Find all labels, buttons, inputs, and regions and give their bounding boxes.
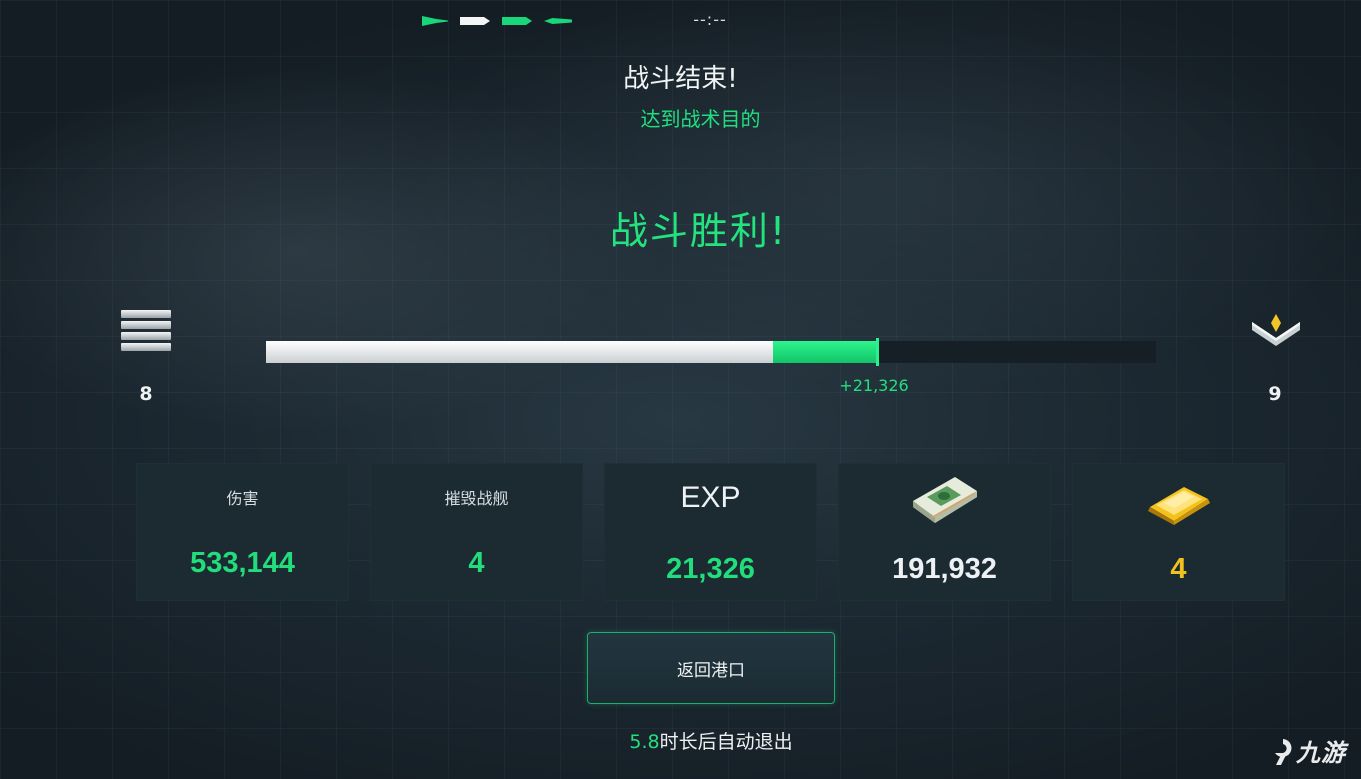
damage-label: 伤害 bbox=[226, 489, 259, 508]
battle-end-subtitle: 达到战术目的 bbox=[640, 107, 761, 131]
credits-stat-card: 191,932 bbox=[838, 463, 1051, 601]
player-ship-marker-icon bbox=[460, 17, 490, 25]
rank-progress-previous bbox=[266, 341, 774, 363]
return-to-port-label: 返回港口 bbox=[677, 660, 745, 681]
gold-stat-card: 4 bbox=[1072, 463, 1285, 601]
auto-exit-countdown: 5.8时长后自动退出 bbox=[0, 727, 1361, 754]
cash-icon bbox=[909, 477, 981, 531]
rank-progress-gain-label: +21,326 bbox=[839, 376, 909, 395]
current-rank-icon bbox=[121, 310, 171, 354]
gold-value: 4 bbox=[1170, 553, 1187, 585]
team-status-indicator bbox=[422, 14, 572, 28]
victory-banner: 战斗胜利! bbox=[609, 209, 788, 253]
exp-stat-card: EXP 21,326 bbox=[604, 463, 817, 601]
return-to-port-button[interactable]: 返回港口 bbox=[587, 632, 835, 704]
ally-ship-marker-icon bbox=[544, 18, 572, 24]
rank-progress-marker bbox=[875, 338, 879, 366]
auto-exit-seconds: 5.8 bbox=[629, 731, 660, 753]
gold-bar-icon bbox=[1144, 477, 1214, 531]
watermark-glyph-icon bbox=[1275, 739, 1292, 765]
next-rank-chevron-icon bbox=[1250, 312, 1302, 348]
current-rank-level: 8 bbox=[139, 383, 153, 405]
ships-destroyed-value: 4 bbox=[468, 547, 485, 579]
auto-exit-text: 时长后自动退出 bbox=[659, 731, 793, 753]
exp-label: EXP bbox=[680, 481, 741, 514]
watermark-text: 九游 bbox=[1296, 739, 1346, 767]
ships-destroyed-label: 摧毁战舰 bbox=[444, 489, 509, 508]
ally-ship-marker-icon bbox=[502, 17, 532, 25]
damage-value: 533,144 bbox=[190, 547, 295, 579]
battle-end-title: 战斗结束! bbox=[623, 64, 738, 94]
rank-progress-bar bbox=[266, 338, 1156, 366]
ally-ship-marker-icon bbox=[422, 16, 448, 26]
battle-timer: --:-- bbox=[693, 10, 727, 29]
ships-destroyed-stat-card: 摧毁战舰 4 bbox=[370, 463, 583, 601]
damage-stat-card: 伤害 533,144 bbox=[136, 463, 349, 601]
rank-progress-gain bbox=[773, 341, 877, 363]
exp-value: 21,326 bbox=[666, 553, 755, 585]
next-rank-level: 9 bbox=[1268, 383, 1282, 405]
watermark-logo: 九游 bbox=[1270, 733, 1346, 768]
credits-value: 191,932 bbox=[892, 553, 997, 585]
